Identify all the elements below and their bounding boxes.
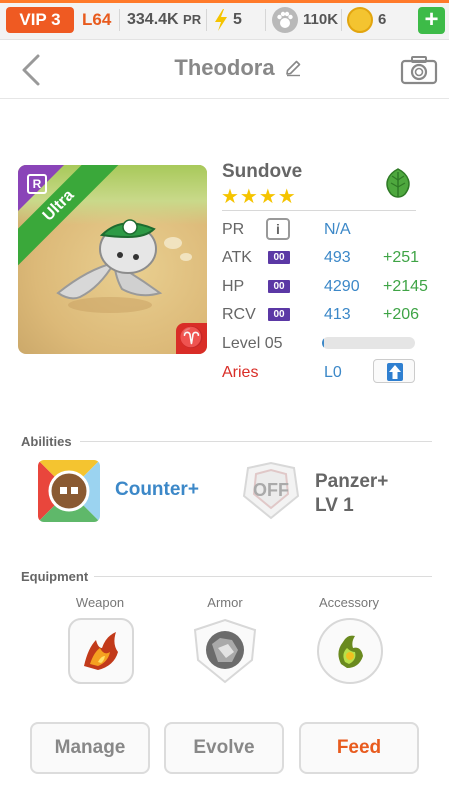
counter-ability-icon[interactable] bbox=[38, 460, 100, 522]
divider bbox=[341, 9, 342, 31]
equipment-divider bbox=[94, 576, 432, 577]
divider bbox=[206, 9, 207, 31]
armor-slot[interactable] bbox=[192, 618, 258, 684]
level-label: Level 05 bbox=[222, 335, 283, 352]
atk-label: ATK bbox=[222, 249, 252, 266]
feed-button[interactable]: Feed bbox=[299, 722, 419, 774]
power-unit: PR bbox=[183, 12, 202, 27]
pr-value: N/A bbox=[324, 221, 351, 238]
armor-icon bbox=[193, 618, 257, 684]
level-progress-bar bbox=[322, 337, 415, 349]
atk-value: 493 bbox=[324, 249, 351, 266]
hp-badge: 00 bbox=[268, 280, 290, 293]
vip-badge[interactable]: VIP 3 bbox=[6, 7, 74, 33]
star-rating: ★★★★ bbox=[221, 186, 297, 208]
add-currency-button[interactable]: + bbox=[418, 7, 445, 34]
panzer-name: Panzer+ bbox=[315, 471, 389, 492]
page-title: Theodora bbox=[174, 55, 275, 80]
rcv-label: RCV bbox=[222, 306, 256, 323]
ability-off-label: OFF bbox=[253, 480, 289, 500]
ability-name-counter: Counter+ bbox=[115, 479, 199, 500]
atk-badge: 00 bbox=[268, 251, 290, 264]
rcv-bonus: +206 bbox=[383, 306, 420, 323]
status-bar-accent bbox=[0, 0, 449, 3]
arrow-up-icon bbox=[387, 363, 403, 381]
hp-bonus: +2145 bbox=[383, 278, 428, 295]
accessory-label: Accessory bbox=[319, 595, 379, 610]
ability-name-panzer: Panzer+ LV 1 bbox=[315, 470, 388, 518]
divider bbox=[119, 9, 120, 31]
leaf-icon bbox=[386, 168, 410, 198]
creature-portrait[interactable]: Ultra R ♈ bbox=[18, 165, 207, 354]
player-level: L64 bbox=[82, 10, 112, 29]
camera-icon[interactable] bbox=[400, 54, 438, 86]
top-status-bar: VIP 3 L64 334.4K PR 5 110K 6 + bbox=[0, 0, 449, 40]
zodiac-label: Aries bbox=[222, 364, 259, 381]
hp-label: HP bbox=[222, 278, 245, 295]
power-value: 334.4K bbox=[127, 11, 179, 28]
aries-zodiac-icon: ♈ bbox=[176, 323, 207, 354]
energy-count: 5 bbox=[233, 11, 242, 28]
weapon-icon bbox=[68, 618, 134, 684]
hp-value: 4290 bbox=[324, 278, 360, 295]
creature-name: Sundove bbox=[222, 161, 303, 182]
evolve-button[interactable]: Evolve bbox=[164, 722, 284, 774]
weapon-label: Weapon bbox=[75, 595, 125, 610]
paw-count: 110K bbox=[303, 11, 339, 28]
accessory-icon bbox=[317, 618, 383, 684]
divider bbox=[265, 9, 266, 31]
zodiac-level: L0 bbox=[324, 364, 342, 381]
rank-badge: R bbox=[27, 174, 47, 194]
panzer-level: LV 1 bbox=[315, 495, 354, 516]
coin-icon bbox=[347, 7, 373, 33]
abilities-title: Abilities bbox=[21, 434, 72, 449]
page-header: Theodora bbox=[0, 41, 449, 99]
atk-bonus: +251 bbox=[383, 249, 420, 266]
paw-icon bbox=[272, 7, 298, 33]
armor-label: Armor bbox=[207, 595, 243, 610]
pr-label: PR bbox=[222, 221, 245, 238]
lightning-icon bbox=[215, 9, 227, 31]
stats-divider bbox=[222, 210, 416, 211]
edit-pencil-icon[interactable] bbox=[284, 59, 302, 77]
level-progress-fill bbox=[322, 337, 324, 349]
abilities-divider bbox=[80, 441, 432, 442]
accessory-slot[interactable] bbox=[317, 618, 383, 684]
upgrade-zodiac-button[interactable] bbox=[373, 359, 415, 383]
manage-button[interactable]: Manage bbox=[30, 722, 150, 774]
info-icon[interactable]: i bbox=[266, 218, 290, 240]
power-rating: 334.4K PR bbox=[127, 8, 201, 32]
weapon-slot[interactable] bbox=[68, 618, 134, 684]
equipment-title: Equipment bbox=[21, 569, 89, 584]
rcv-value: 413 bbox=[324, 306, 351, 323]
panzer-ability-icon[interactable]: OFF bbox=[240, 460, 302, 522]
coin-count: 6 bbox=[378, 11, 387, 28]
rcv-badge: 00 bbox=[268, 308, 290, 321]
